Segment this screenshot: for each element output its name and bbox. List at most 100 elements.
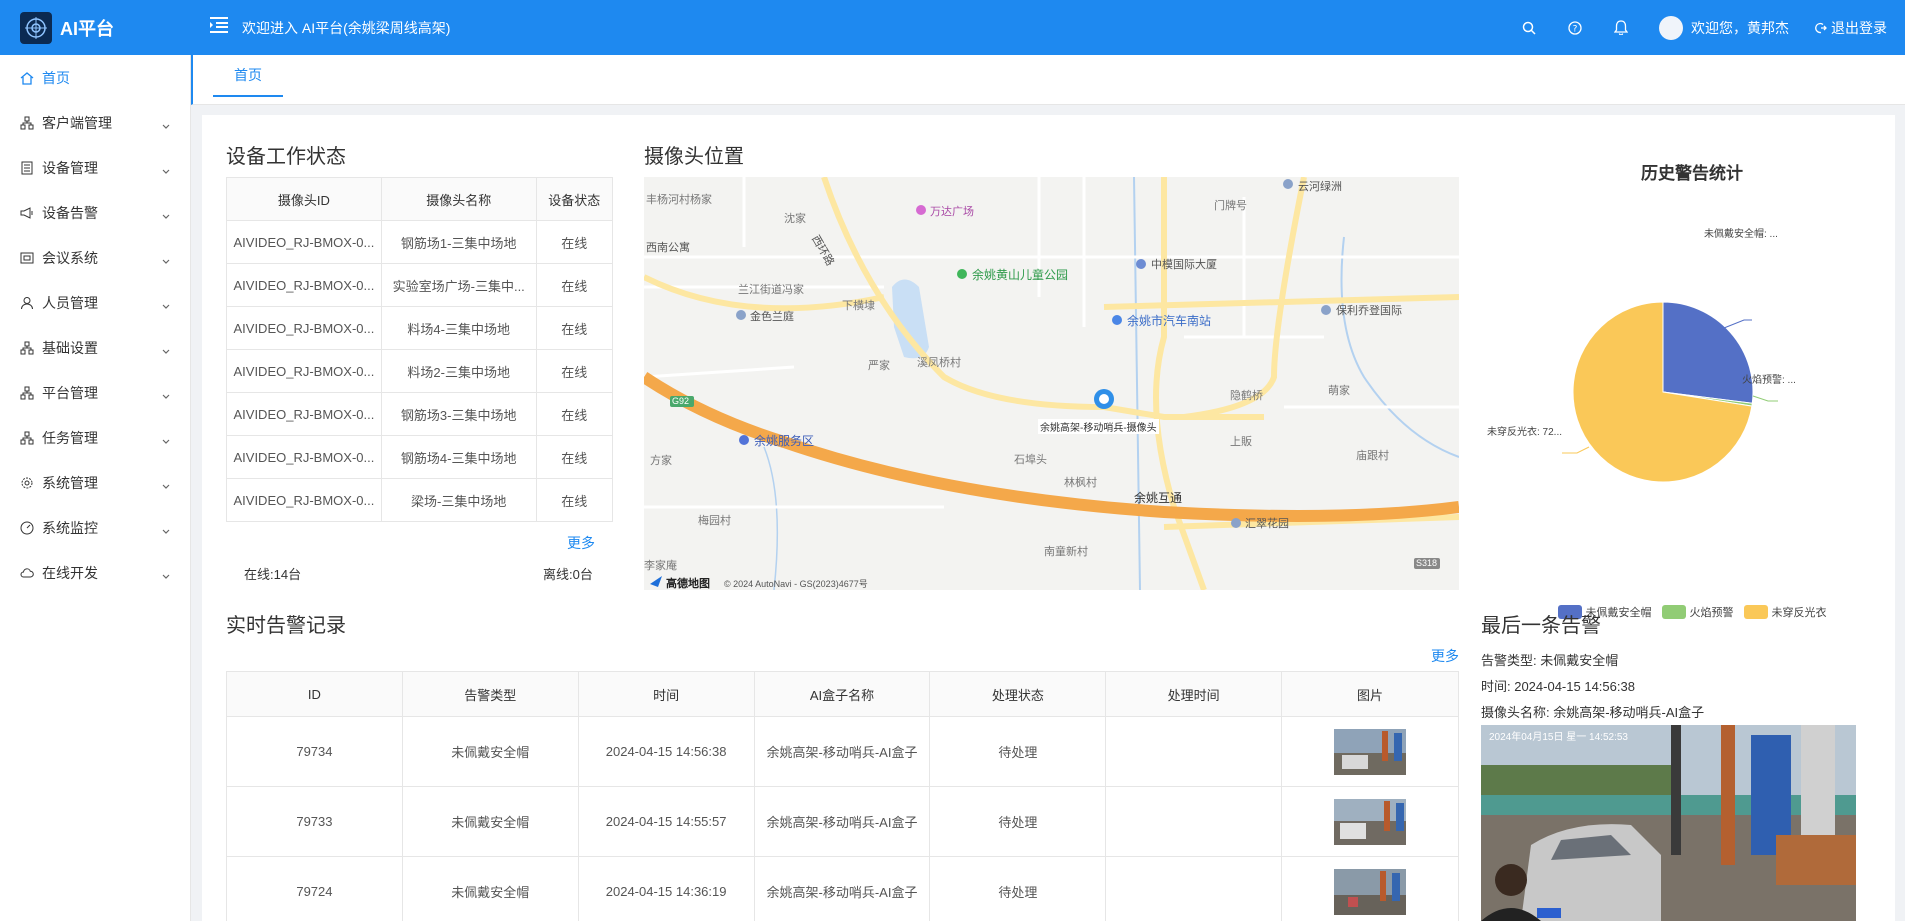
camera-name: 钢筋场1-三集中场地 <box>380 220 537 264</box>
device-state: 在线 <box>535 306 614 350</box>
camera-map-title: 摄像头位置 <box>644 146 744 168</box>
map-label: 保利乔登国际 <box>1336 305 1402 317</box>
device-more-link[interactable]: 更多 <box>567 533 595 553</box>
tab-home[interactable]: 首页 <box>213 55 283 97</box>
sidebar-item-label: 基础设置 <box>42 339 98 356</box>
slice-label: 未佩戴安全帽: ... <box>1704 229 1778 240</box>
app-logo[interactable]: AI平台 <box>0 0 190 55</box>
table-row: AIVIDEO_RJ-BMOX-0... 料场2-三集中场地 在线 <box>226 349 614 393</box>
sidebar-item-label: 系统管理 <box>42 474 98 491</box>
camera-name: 料场4-三集中场地 <box>380 306 537 350</box>
sidebar-item-online-dev[interactable]: 在线开发 <box>0 550 190 595</box>
sidebar-item-monitor[interactable]: 系统监控 <box>0 505 190 550</box>
sidebar-item-label: 设备管理 <box>42 159 98 176</box>
device-status-table: 摄像头ID 摄像头名称 设备状态 AIVIDEO_RJ-BMOX-0... 钢筋… <box>226 177 614 522</box>
sidebar-item-personnel[interactable]: 人员管理 <box>0 280 190 325</box>
camera-id: AIVIDEO_RJ-BMOX-0... <box>226 306 382 350</box>
sidebar: 首页 客户端管理 设备管理 设备告警 会议系统 人员管理 基础设置 平台管理 任… <box>0 55 191 921</box>
map-label: 梅园村 <box>698 515 731 527</box>
sidebar-item-system[interactable]: 系统管理 <box>0 460 190 505</box>
legend-item[interactable]: 未穿反光衣 <box>1743 604 1827 620</box>
pie-slice-0[interactable] <box>1662 301 1754 404</box>
camera-id: AIVIDEO_RJ-BMOX-0... <box>226 478 382 522</box>
alert-type: 未佩戴安全帽 <box>401 856 579 921</box>
legend-label: 火焰预警 <box>1689 607 1734 619</box>
map-label: 门牌号 <box>1214 200 1247 212</box>
cluster-icon <box>20 116 34 130</box>
history-chart: 历史警告统计 未佩戴安全帽: ... 火焰预警: ... 未穿反光衣: 72..… <box>1487 145 1892 619</box>
handle-status: 待处理 <box>929 786 1107 857</box>
chevron-down-icon <box>162 522 170 538</box>
alert-thumbnail[interactable] <box>1334 798 1407 845</box>
last-alert-time: 时间: 2024-04-15 14:56:38 <box>1481 679 1635 694</box>
cluster-icon <box>20 431 34 445</box>
table-row[interactable]: 79733 未佩戴安全帽 2024-04-15 14:55:57 余姚高架-移动… <box>226 786 1459 857</box>
map-label: 李家庵 <box>644 560 677 572</box>
chevron-down-icon <box>162 297 170 313</box>
map-label: 汇翠花园 <box>1245 518 1289 530</box>
chevron-down-icon <box>162 432 170 448</box>
last-alert-photo <box>1481 725 1856 921</box>
camera-name: 实验室场广场-三集中... <box>380 263 537 307</box>
map-label: 石埠头 <box>1014 454 1047 466</box>
alerts-more-link[interactable]: 更多 <box>1431 646 1459 666</box>
sidebar-item-meeting[interactable]: 会议系统 <box>0 235 190 280</box>
bell-icon[interactable] <box>1613 20 1629 36</box>
map-label: 余姚互通 <box>1134 491 1183 505</box>
logout-icon <box>1815 22 1827 34</box>
device-state: 在线 <box>535 478 614 522</box>
user-greeting[interactable]: 欢迎您，黄邦杰 <box>1691 18 1789 38</box>
meeting-icon <box>20 251 34 265</box>
map-label: 余姚服务区 <box>754 434 815 448</box>
sidebar-item-basic-settings[interactable]: 基础设置 <box>0 325 190 370</box>
pie-chart <box>1562 301 1778 483</box>
realtime-alerts-title: 实时告警记录 <box>226 615 346 637</box>
last-alert-image[interactable]: 2024年04月15日 星一 14:52:53 <box>1481 725 1856 921</box>
column-header: 处理时间 <box>1105 671 1283 717</box>
sidebar-item-client[interactable]: 客户端管理 <box>0 100 190 145</box>
camera-id: AIVIDEO_RJ-BMOX-0... <box>226 263 382 307</box>
logout-button[interactable]: 退出登录 <box>1815 18 1887 38</box>
sidebar-item-label: 会议系统 <box>42 249 98 266</box>
camera-map[interactable]: 丰杨河村杨家 沈家 西南公寓 万达广场 门牌号 云河绿洲 中模国际大厦 余姚黄山… <box>644 177 1459 590</box>
gear-icon <box>20 476 34 490</box>
alert-thumbnail[interactable] <box>1334 868 1407 915</box>
chevron-down-icon <box>162 477 170 493</box>
handle-time <box>1105 856 1283 921</box>
sidebar-item-home[interactable]: 首页 <box>0 55 190 100</box>
user-icon <box>20 296 34 310</box>
legend-item[interactable]: 火焰预警 <box>1661 604 1734 620</box>
logout-label: 退出登录 <box>1831 19 1887 36</box>
map-label: 南童新村 <box>1044 546 1088 558</box>
sidebar-item-tasks[interactable]: 任务管理 <box>0 415 190 460</box>
camera-id: AIVIDEO_RJ-BMOX-0... <box>226 392 382 436</box>
sidebar-item-label: 平台管理 <box>42 384 98 401</box>
map-copyright: © 2024 AutoNavi - GS(2023)4677号 <box>724 579 868 589</box>
alert-thumbnail[interactable] <box>1334 728 1407 775</box>
camera-name: 钢筋场4-三集中场地 <box>380 435 537 479</box>
sidebar-item-device-alert[interactable]: 设备告警 <box>0 190 190 235</box>
sidebar-item-platform[interactable]: 平台管理 <box>0 370 190 415</box>
gauge-icon <box>20 521 34 535</box>
device-state: 在线 <box>535 263 614 307</box>
legend-swatch <box>1661 605 1686 619</box>
welcome-text: 欢迎进入 AI平台(余姚梁周线高架) <box>242 19 451 36</box>
device-icon <box>20 161 34 175</box>
table-row[interactable]: 79734 未佩戴安全帽 2024-04-15 14:56:38 余姚高架-移动… <box>226 716 1459 787</box>
sidebar-item-device[interactable]: 设备管理 <box>0 145 190 190</box>
avatar[interactable] <box>1659 15 1683 40</box>
search-icon[interactable] <box>1521 20 1537 36</box>
chevron-down-icon <box>162 342 170 358</box>
table-row[interactable]: 79724 未佩戴安全帽 2024-04-15 14:36:19 余姚高架-移动… <box>226 856 1459 921</box>
dashboard-card: 设备工作状态 摄像头ID 摄像头名称 设备状态 AIVIDEO_RJ-BMOX-… <box>202 115 1895 921</box>
alert-image-cell <box>1281 856 1459 921</box>
sidebar-item-label: 人员管理 <box>42 294 98 311</box>
alert-id: 79734 <box>226 716 403 787</box>
column-header: AI盒子名称 <box>753 671 931 717</box>
table-row: AIVIDEO_RJ-BMOX-0... 钢筋场4-三集中场地 在线 <box>226 435 614 479</box>
column-header: 图片 <box>1281 671 1459 717</box>
map-label: 云河绿洲 <box>1298 181 1342 193</box>
help-icon[interactable]: ? <box>1567 20 1583 36</box>
menu-toggle-icon[interactable] <box>210 16 228 39</box>
camera-marker-label[interactable]: 余姚高架-移动哨兵-摄像头 <box>1038 419 1159 434</box>
